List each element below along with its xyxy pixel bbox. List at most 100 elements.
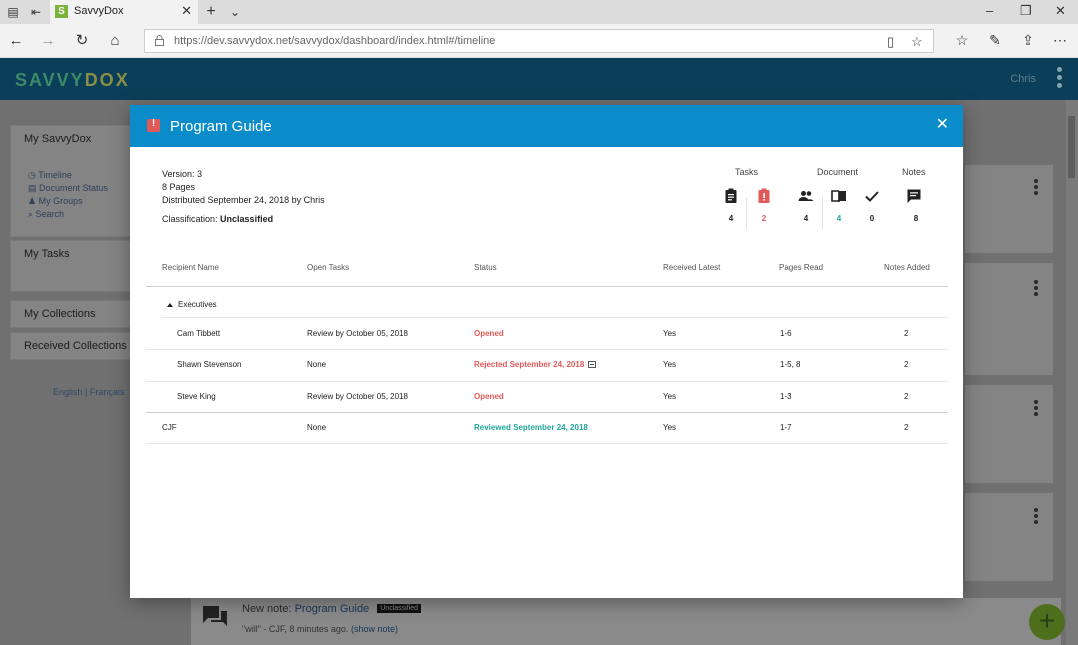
window-close-icon[interactable]: ✕ xyxy=(1055,3,1066,19)
tab-close-icon[interactable]: ✕ xyxy=(181,3,192,19)
document-alert-icon xyxy=(147,118,160,132)
restore-icon[interactable]: ❐ xyxy=(1020,3,1032,19)
favorite-star-icon[interactable]: ☆ xyxy=(911,34,923,50)
row-divider xyxy=(146,412,948,413)
col-recipient-name[interactable]: Recipient Name xyxy=(162,263,219,272)
timeline-note-meta: "will" - CJF, 8 minutes ago. (show note) xyxy=(242,624,398,634)
page-scrollbar[interactable] xyxy=(1066,100,1078,645)
more-icon[interactable]: ⋯ xyxy=(1050,32,1070,49)
status-reviewed: Reviewed September 24, 2018 xyxy=(474,423,588,432)
group-executives[interactable]: Executives xyxy=(178,300,217,309)
tasks-total-count: 4 xyxy=(728,214,734,223)
timeline-card xyxy=(965,493,1053,581)
favorites-hub-icon[interactable]: ☆ xyxy=(952,32,972,49)
reading-view-icon[interactable]: ▯ xyxy=(887,34,894,50)
tab-list-chevron-icon[interactable]: ⌄ xyxy=(226,3,244,21)
home-icon[interactable]: ⌂ xyxy=(105,32,125,50)
sidebar-link-my-groups[interactable]: ♟ My Groups xyxy=(28,196,83,207)
pen-icon[interactable]: ✎ xyxy=(985,32,1005,49)
header-menu-icon[interactable] xyxy=(1057,67,1063,91)
card-menu-icon[interactable] xyxy=(1034,508,1039,526)
book-read-icon xyxy=(831,190,846,203)
browser-tab[interactable]: S SavvyDox ✕ xyxy=(50,0,198,24)
col-status[interactable]: Status xyxy=(474,263,497,272)
back-arrow-icon[interactable]: ← xyxy=(6,32,26,50)
logo-part-savvy: SAVVY xyxy=(15,70,85,90)
card-menu-icon[interactable] xyxy=(1034,280,1039,298)
forward-arrow-icon[interactable]: → xyxy=(38,32,58,50)
checkmark-reviewed-icon xyxy=(865,191,879,202)
dialog-close-button[interactable]: ✕ xyxy=(936,116,949,134)
my-tasks-title[interactable]: My Tasks xyxy=(24,248,70,260)
url-field[interactable]: https://dev.savvydox.net/savvydox/dashbo… xyxy=(144,29,934,53)
url-text: https://dev.savvydox.net/savvydox/dashbo… xyxy=(174,35,496,47)
col-notes-added[interactable]: Notes Added xyxy=(884,263,930,272)
timeline-card xyxy=(965,263,1053,375)
note-document-link[interactable]: Program Guide xyxy=(295,603,370,615)
my-collections-title[interactable]: My Collections xyxy=(24,308,96,320)
timeline-card xyxy=(965,165,1053,253)
refresh-icon[interactable]: ↻ xyxy=(72,32,92,50)
card-menu-icon[interactable] xyxy=(1034,179,1039,197)
timeline-card xyxy=(965,385,1053,483)
tab-title: SavvyDox xyxy=(74,5,124,17)
minimize-icon[interactable]: – xyxy=(986,3,993,18)
note-prefix: New note: xyxy=(242,603,292,615)
doc-version: Version: 3 xyxy=(162,169,203,179)
collapse-caret-icon[interactable] xyxy=(167,303,173,307)
sidebar-link-timeline[interactable]: ◷ Timeline xyxy=(28,170,72,181)
row-divider xyxy=(146,443,948,444)
tab-preview-icon[interactable]: ▤ xyxy=(4,3,22,21)
recipient-name: Steve King xyxy=(177,392,216,401)
sidebar-link-search[interactable]: ⌕ Search xyxy=(28,209,64,220)
tasks-stat-label: Tasks xyxy=(735,167,759,177)
row-divider xyxy=(146,349,948,350)
sidebar-link-document-status-label: Document Status xyxy=(39,183,109,193)
timeline-note-card: New note: Program Guide Unclassified "wi… xyxy=(191,598,1061,645)
status-opened: Opened xyxy=(474,392,504,401)
show-note-link[interactable]: (show note) xyxy=(351,624,398,634)
recipients-count: 4 xyxy=(803,214,809,223)
savvydox-favicon-icon: S xyxy=(55,5,68,18)
stat-divider xyxy=(746,197,747,229)
read-count: 4 xyxy=(836,214,842,223)
sidebar-link-document-status[interactable]: ▤ Document Status xyxy=(28,183,108,194)
lock-icon xyxy=(155,35,164,46)
my-savvydox-title[interactable]: My SavvyDox xyxy=(24,133,91,145)
recipients-group-icon xyxy=(798,191,814,201)
new-tab-icon[interactable]: + xyxy=(202,3,220,21)
add-fab-button[interactable]: + xyxy=(1029,604,1065,640)
scrollbar-thumb[interactable] xyxy=(1068,116,1075,178)
table-header-divider xyxy=(146,286,948,287)
recipient-name: CJF xyxy=(162,423,177,432)
recipient-name: Shawn Stevenson xyxy=(177,360,242,369)
col-open-tasks[interactable]: Open Tasks xyxy=(307,263,349,272)
user-name[interactable]: Chris xyxy=(1010,73,1036,85)
clipboard-task-icon xyxy=(725,188,737,203)
share-icon[interactable]: ⇪ xyxy=(1018,32,1038,49)
notes-comment-icon xyxy=(907,189,921,203)
rejection-note-icon[interactable] xyxy=(588,361,597,368)
notes-stat-label: Notes xyxy=(902,167,926,177)
sidebar-link-search-label: Search xyxy=(35,209,65,219)
recipient-name: Cam Tibbett xyxy=(177,329,221,338)
browser-tab-bar: ▤ ⇤ S SavvyDox ✕ + ⌄ – ❐ ✕ xyxy=(0,0,1078,24)
card-menu-icon[interactable] xyxy=(1034,400,1039,418)
received-latest: Yes xyxy=(663,329,677,338)
col-received-latest[interactable]: Received Latest xyxy=(663,263,720,272)
lang-french-link[interactable]: Français xyxy=(90,387,125,397)
reviewed-count: 0 xyxy=(869,214,875,223)
language-switcher: English | Français xyxy=(53,387,124,397)
stat-divider xyxy=(822,197,823,229)
pages-read: 1-6 xyxy=(780,329,792,338)
pages-read: 1-5, 8 xyxy=(780,360,801,369)
received-collections-title[interactable]: Received Collections xyxy=(24,340,127,352)
logo-part-dox: DOX xyxy=(84,70,130,90)
lang-english-link[interactable]: English xyxy=(53,387,83,397)
lang-separator: | xyxy=(85,387,88,397)
app-header: SAVVYDOX Chris xyxy=(0,58,1078,100)
received-latest: Yes xyxy=(663,423,677,432)
set-aside-tabs-icon[interactable]: ⇤ xyxy=(27,3,45,21)
dialog-header: Program Guide ✕ xyxy=(130,105,963,147)
col-pages-read[interactable]: Pages Read xyxy=(779,263,823,272)
